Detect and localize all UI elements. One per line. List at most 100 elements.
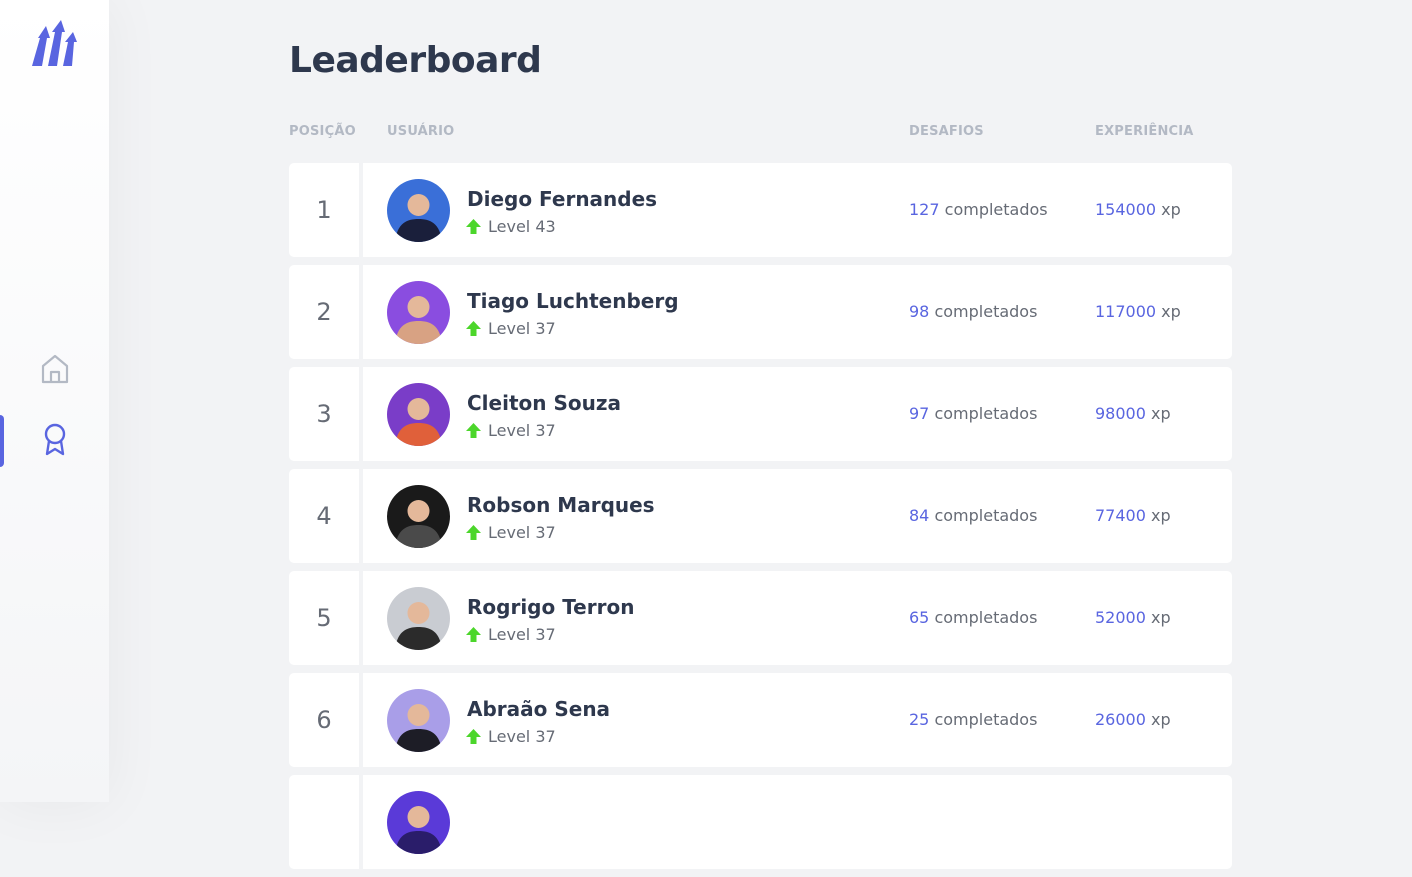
avatar — [387, 689, 450, 752]
nav-leaderboard[interactable] — [0, 415, 109, 467]
level-label: Level 37 — [488, 727, 556, 746]
avatar — [387, 179, 450, 242]
level-label: Level 37 — [488, 421, 556, 440]
level-label: Level 37 — [488, 523, 556, 542]
challenges-suffix: completados — [934, 302, 1038, 321]
level-label: Level 37 — [488, 625, 556, 644]
avatar — [387, 791, 450, 854]
challenges-count: 98 — [909, 302, 930, 321]
user-name: Robson Marques — [467, 493, 655, 517]
challenges-count: 65 — [909, 608, 930, 627]
challenges-count: 127 — [909, 200, 940, 219]
user-name: Tiago Luchtenberg — [467, 289, 679, 313]
experience-points: 52000 xp — [1095, 608, 1171, 627]
table-row[interactable] — [289, 775, 1232, 869]
challenges-count: 97 — [909, 404, 930, 423]
header-challenges: DESAFIOS — [909, 124, 984, 139]
xp-count: 98000 — [1095, 404, 1146, 423]
header-experience: EXPERIÊNCIA — [1095, 124, 1194, 139]
page-title: Leaderboard — [289, 40, 542, 81]
challenges-completed: 127 completados — [909, 200, 1048, 219]
user-name: Abraão Sena — [467, 697, 611, 721]
challenges-completed: 65 completados — [909, 608, 1037, 627]
experience-points: 98000 xp — [1095, 404, 1171, 423]
experience-points: 26000 xp — [1095, 710, 1171, 729]
rank-number: 4 — [289, 469, 359, 563]
challenges-completed: 97 completados — [909, 404, 1037, 423]
row-content: Robson Marques Level 37 84 completados 7… — [363, 469, 1232, 563]
table-header: POSIÇÃO USUÁRIO DESAFIOS EXPERIÊNCIA — [289, 124, 1232, 140]
xp-suffix: xp — [1161, 200, 1181, 219]
avatar — [387, 281, 450, 344]
row-content: Tiago Luchtenberg Level 37 98 completado… — [363, 265, 1232, 359]
table-row[interactable]: 3 Cleiton Souza Level 37 97 completados … — [289, 367, 1232, 461]
level-up-icon — [466, 627, 481, 642]
xp-count: 117000 — [1095, 302, 1157, 321]
xp-suffix: xp — [1151, 506, 1171, 525]
row-content — [363, 775, 1232, 869]
rank-number: 6 — [289, 673, 359, 767]
xp-suffix: xp — [1151, 608, 1171, 627]
rank-number: 5 — [289, 571, 359, 665]
active-indicator — [0, 415, 4, 467]
challenges-suffix: completados — [944, 200, 1048, 219]
moveit-logo-icon[interactable] — [28, 20, 80, 74]
nav-home[interactable] — [0, 345, 109, 397]
level-label: Level 43 — [488, 217, 556, 236]
challenges-suffix: completados — [934, 710, 1038, 729]
level-up-icon — [466, 321, 481, 336]
challenges-completed: 25 completados — [909, 710, 1037, 729]
challenges-suffix: completados — [934, 608, 1038, 627]
user-name: Cleiton Souza — [467, 391, 621, 415]
xp-suffix: xp — [1161, 302, 1181, 321]
row-content: Cleiton Souza Level 37 97 completados 98… — [363, 367, 1232, 461]
award-icon — [39, 422, 71, 460]
table-row[interactable]: 4 Robson Marques Level 37 84 completados… — [289, 469, 1232, 563]
user-level: Level 37 — [466, 727, 556, 746]
rank-number — [289, 775, 359, 869]
rank-number: 1 — [289, 163, 359, 257]
rank-number: 2 — [289, 265, 359, 359]
table-row[interactable]: 5 Rogrigo Terron Level 37 65 completados… — [289, 571, 1232, 665]
xp-count: 154000 — [1095, 200, 1157, 219]
table-row[interactable]: 1 Diego Fernandes Level 43 127 completad… — [289, 163, 1232, 257]
leaderboard-rows: 1 Diego Fernandes Level 43 127 completad… — [289, 163, 1232, 877]
experience-points: 154000 xp — [1095, 200, 1181, 219]
header-user: USUÁRIO — [387, 124, 455, 139]
user-level: Level 37 — [466, 625, 556, 644]
row-content: Diego Fernandes Level 43 127 completados… — [363, 163, 1232, 257]
xp-count: 26000 — [1095, 710, 1146, 729]
user-level: Level 37 — [466, 523, 556, 542]
user-level: Level 43 — [466, 217, 556, 236]
challenges-completed: 84 completados — [909, 506, 1037, 525]
experience-points: 77400 xp — [1095, 506, 1171, 525]
table-row[interactable]: 6 Abraão Sena Level 37 25 completados 26… — [289, 673, 1232, 767]
home-icon — [39, 353, 71, 389]
xp-suffix: xp — [1151, 404, 1171, 423]
challenges-count: 25 — [909, 710, 930, 729]
avatar — [387, 587, 450, 650]
level-up-icon — [466, 729, 481, 744]
level-up-icon — [466, 525, 481, 540]
level-up-icon — [466, 219, 481, 234]
experience-points: 117000 xp — [1095, 302, 1181, 321]
challenges-suffix: completados — [934, 404, 1038, 423]
challenges-suffix: completados — [934, 506, 1038, 525]
avatar — [387, 485, 450, 548]
rank-number: 3 — [289, 367, 359, 461]
header-position: POSIÇÃO — [289, 124, 356, 139]
challenges-completed: 98 completados — [909, 302, 1037, 321]
challenges-count: 84 — [909, 506, 930, 525]
table-row[interactable]: 2 Tiago Luchtenberg Level 37 98 completa… — [289, 265, 1232, 359]
user-level: Level 37 — [466, 319, 556, 338]
xp-suffix: xp — [1151, 710, 1171, 729]
user-level: Level 37 — [466, 421, 556, 440]
level-up-icon — [466, 423, 481, 438]
row-content: Rogrigo Terron Level 37 65 completados 5… — [363, 571, 1232, 665]
xp-count: 77400 — [1095, 506, 1146, 525]
xp-count: 52000 — [1095, 608, 1146, 627]
user-name: Rogrigo Terron — [467, 595, 635, 619]
user-name: Diego Fernandes — [467, 187, 658, 211]
row-content: Abraão Sena Level 37 25 completados 2600… — [363, 673, 1232, 767]
sidebar — [0, 0, 109, 802]
